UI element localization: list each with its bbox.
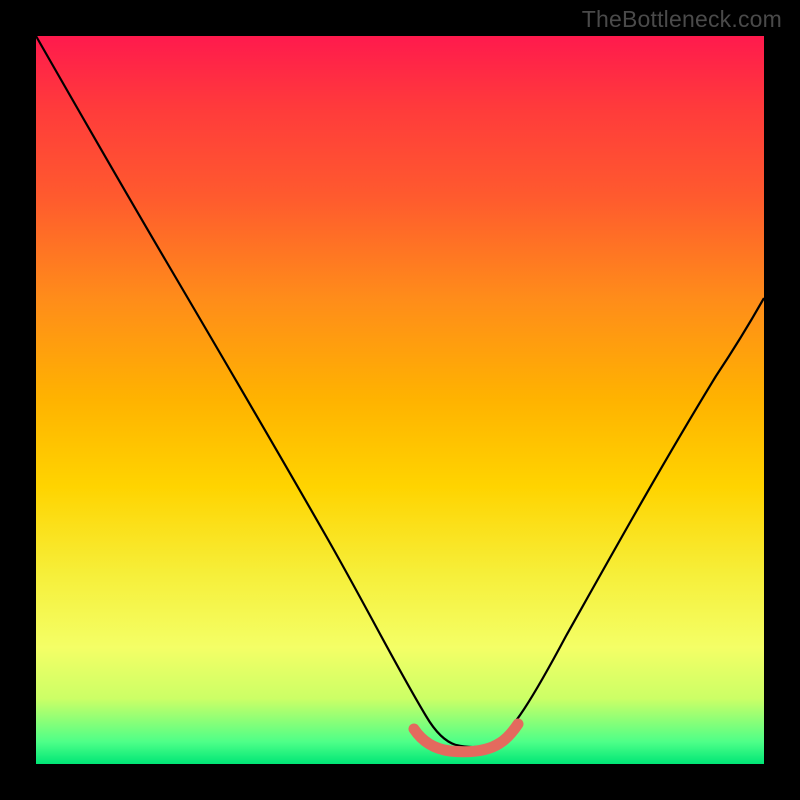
chart-frame: TheBottleneck.com: [0, 0, 800, 800]
watermark-text: TheBottleneck.com: [582, 6, 782, 33]
plot-area: [36, 36, 764, 764]
bottleneck-curve: [36, 36, 764, 747]
sweet-spot-band: [414, 724, 518, 752]
curve-layer: [36, 36, 764, 764]
